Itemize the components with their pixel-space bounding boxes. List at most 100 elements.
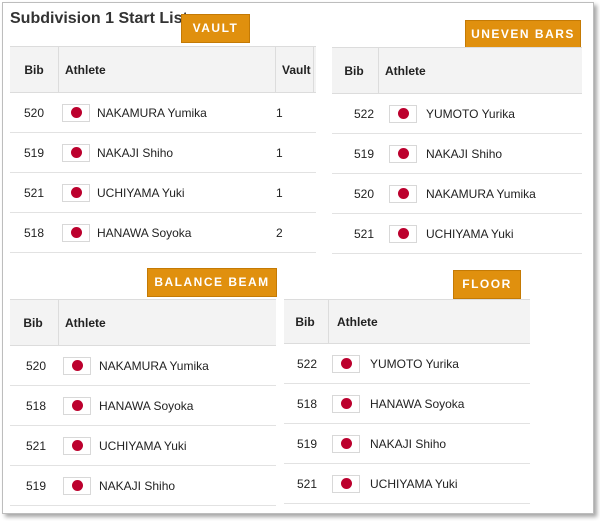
table-row: 521 UCHIYAMA Yuki (332, 214, 582, 254)
table-row: 522 YUMOTO Yurika (284, 344, 530, 384)
japan-flag-icon (62, 143, 90, 162)
bib-header: Bib (295, 314, 315, 329)
athlete-header: Athlete (328, 300, 530, 343)
athlete-name: NAKAJI Shiho (97, 145, 174, 160)
column-divider (313, 47, 317, 92)
japan-flag-icon (63, 436, 91, 455)
athlete-name: NAKAJI Shiho (99, 478, 176, 493)
athlete-name: YUMOTO Yurika (370, 356, 459, 371)
floor-badge: FLOOR (453, 270, 521, 299)
flag-cell (389, 214, 417, 253)
flag-cell (63, 346, 91, 385)
vault-table: Bib Athlete Vault 520 NAKAMURA Yumika 1 519… (10, 46, 316, 253)
vault-table-header: Bib Athlete Vault (10, 46, 316, 93)
table-row: 519 NAKAJI Shiho (332, 134, 582, 174)
floor-table-header: Bib Athlete (284, 299, 530, 344)
bib-number: 518 (23, 225, 45, 240)
table-row: 520 NAKAMURA Yumika 1 (10, 93, 316, 133)
vault-number: 1 (276, 185, 283, 200)
bib-number: 520 (23, 105, 45, 120)
athlete-header: Athlete (378, 48, 582, 93)
page-title: Subdivision 1 Start List (10, 10, 188, 27)
bib-header: Bib (344, 63, 364, 78)
japan-flag-icon (389, 184, 417, 203)
table-row: 518 HANAWA Soyoka (10, 386, 276, 426)
bib-number: 519 (25, 478, 47, 493)
table-row: 519 NAKAJI Shiho (10, 466, 276, 506)
athlete-name: UCHIYAMA Yuki (99, 438, 187, 453)
flag-cell (62, 173, 90, 212)
flag-cell (62, 93, 90, 132)
table-row: 519 NAKAJI Shiho (284, 424, 530, 464)
bib-number: 519 (296, 436, 318, 451)
japan-flag-icon (63, 356, 91, 375)
balance-beam-badge: BALANCE BEAM (147, 268, 277, 297)
athlete-name: HANAWA Soyoka (370, 396, 465, 411)
athlete-name: NAKAJI Shiho (370, 436, 447, 451)
japan-flag-icon (63, 396, 91, 415)
vault-number: 2 (276, 225, 283, 240)
bib-number: 521 (25, 438, 47, 453)
bib-number: 522 (296, 356, 318, 371)
athlete-name: UCHIYAMA Yuki (426, 226, 514, 241)
japan-flag-icon (332, 394, 360, 413)
flag-cell (389, 174, 417, 213)
athlete-header: Athlete (58, 300, 276, 345)
flag-cell (332, 464, 360, 503)
flag-cell (389, 94, 417, 133)
uneven-bars-table: Bib Athlete 522 YUMOTO Yurika 519 NAKAJI Sh… (332, 47, 582, 254)
balance-beam-table: Bib Athlete 520 NAKAMURA Yumika 518 HANAWA … (10, 299, 276, 506)
flag-cell (63, 466, 91, 505)
japan-flag-icon (63, 476, 91, 495)
uneven-bars-badge: UNEVEN BARS (465, 20, 581, 49)
table-row: 520 NAKAMURA Yumika (10, 346, 276, 386)
flag-cell (63, 386, 91, 425)
bib-number: 522 (353, 106, 375, 121)
athlete-name: HANAWA Soyoka (97, 225, 192, 240)
japan-flag-icon (62, 183, 90, 202)
floor-table: Bib Athlete 522 YUMOTO Yurika 518 HANAWA So… (284, 299, 530, 504)
bib-number: 519 (353, 146, 375, 161)
flag-cell (62, 213, 90, 252)
athlete-name: UCHIYAMA Yuki (370, 476, 458, 491)
athlete-header: Athlete (58, 47, 274, 92)
japan-flag-icon (332, 474, 360, 493)
balance-beam-table-header: Bib Athlete (10, 299, 276, 346)
uneven-bars-table-header: Bib Athlete (332, 47, 582, 94)
bib-number: 518 (296, 396, 318, 411)
bib-number: 520 (25, 358, 47, 373)
japan-flag-icon (332, 434, 360, 453)
flag-cell (332, 424, 360, 463)
athlete-name: UCHIYAMA Yuki (97, 185, 185, 200)
table-row: 521 UCHIYAMA Yuki (10, 426, 276, 466)
bib-number: 518 (25, 398, 47, 413)
athlete-name: YUMOTO Yurika (426, 106, 515, 121)
japan-flag-icon (62, 223, 90, 242)
athlete-name: NAKAMURA Yumika (97, 105, 207, 120)
bib-number: 519 (23, 145, 45, 160)
japan-flag-icon (389, 144, 417, 163)
vault-badge: VAULT (181, 14, 250, 43)
japan-flag-icon (389, 104, 417, 123)
flag-cell (63, 426, 91, 465)
japan-flag-icon (332, 354, 360, 373)
bib-number: 521 (23, 185, 45, 200)
athlete-name: NAKAJI Shiho (426, 146, 503, 161)
vault-header: Vault (275, 47, 313, 92)
table-row: 521 UCHIYAMA Yuki (284, 464, 530, 504)
bib-number: 521 (296, 476, 318, 491)
athlete-name: HANAWA Soyoka (99, 398, 194, 413)
vault-number: 1 (276, 105, 283, 120)
bib-header: Bib (24, 62, 44, 77)
athlete-name: NAKAMURA Yumika (426, 186, 536, 201)
flag-cell (389, 134, 417, 173)
japan-flag-icon (62, 103, 90, 122)
bib-number: 521 (353, 226, 375, 241)
athlete-name: NAKAMURA Yumika (99, 358, 209, 373)
vault-number: 1 (276, 145, 283, 160)
flag-cell (332, 344, 360, 383)
flag-cell (62, 133, 90, 172)
table-row: 518 HANAWA Soyoka 2 (10, 213, 316, 253)
japan-flag-icon (389, 224, 417, 243)
flag-cell (332, 384, 360, 423)
